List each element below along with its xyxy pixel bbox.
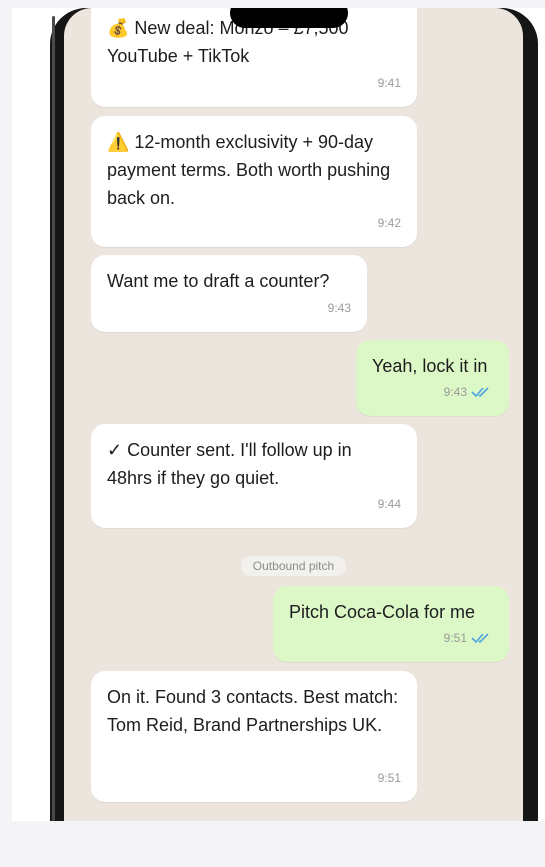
message-text: Want me to draft a counter?	[107, 271, 330, 291]
divider-label: Outbound pitch	[240, 556, 347, 576]
message-time: 9:51	[377, 771, 401, 785]
message-time: 9:51	[444, 624, 493, 652]
message-time: 9:43	[327, 301, 351, 315]
message-outgoing[interactable]: Pitch Coca-Cola for me 9:51	[273, 586, 509, 662]
message-text: Yeah, lock it in	[372, 356, 488, 376]
double-check-icon	[471, 633, 489, 644]
message-text: ✓ Counter sent. I'll follow up in 48hrs …	[107, 440, 352, 488]
message-time: 9:44	[377, 497, 401, 511]
message-text: ⚠️ 12-month exclusivity + 90-day payment…	[107, 132, 391, 208]
message-time: 9:43	[444, 378, 493, 406]
message-text: YouTube + TikTok	[107, 46, 250, 66]
chat-screen[interactable]: 💰 New deal: Monzo – £7,500 YouTube + Tik…	[64, 8, 523, 821]
message-incoming[interactable]: On it. Found 3 contacts. Best match: Tom…	[91, 671, 417, 802]
message-outgoing[interactable]: Yeah, lock it in 9:43	[356, 340, 509, 416]
screenshot-frame: 💰 New deal: Monzo – £7,500 YouTube + Tik…	[12, 8, 545, 821]
message-incoming[interactable]: ⚠️ 12-month exclusivity + 90-day payment…	[91, 116, 417, 247]
message-time: 9:41	[377, 76, 401, 90]
phone-edge	[52, 16, 55, 821]
dynamic-island	[230, 8, 348, 28]
message-text: Pitch Coca-Cola for me	[289, 602, 476, 622]
section-divider: Outbound pitch	[64, 556, 523, 576]
message-incoming[interactable]: Want me to draft a counter? 9:43	[91, 255, 367, 332]
double-check-icon	[471, 387, 489, 398]
message-incoming[interactable]: ✓ Counter sent. I'll follow up in 48hrs …	[91, 424, 417, 528]
message-text: On it. Found 3 contacts. Best match: Tom…	[107, 687, 399, 735]
message-time: 9:42	[377, 216, 401, 230]
